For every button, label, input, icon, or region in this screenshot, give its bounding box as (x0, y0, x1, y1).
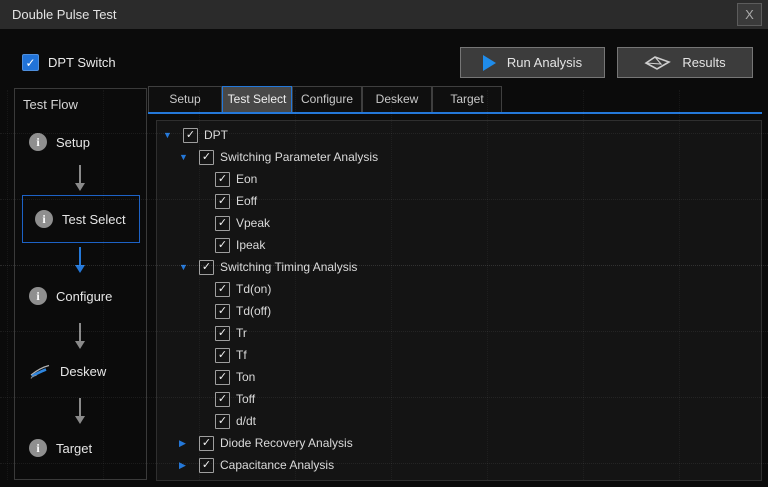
deskew-probe-icon (29, 362, 51, 380)
checkbox-checked-icon[interactable]: ✓ (199, 458, 214, 473)
tree-item-label: Capacitance Analysis (220, 458, 334, 472)
info-icon: i (29, 287, 47, 305)
graticule-line (7, 90, 8, 480)
tree-row-switching-parameter-analysis[interactable]: ▼ ✓ Switching Parameter Analysis (157, 146, 761, 168)
tree-row-eoff[interactable]: ✓ Eoff (157, 190, 761, 212)
tree-row-ipeak[interactable]: ✓ Ipeak (157, 234, 761, 256)
title-bar: Double Pulse Test X (0, 0, 768, 29)
checkbox-checked-icon[interactable]: ✓ (215, 392, 230, 407)
checkbox-checked-icon[interactable]: ✓ (215, 326, 230, 341)
tree-row-td-on[interactable]: ✓ Td(on) (157, 278, 761, 300)
checkbox-checked-icon[interactable]: ✓ (215, 216, 230, 231)
flow-connector-arrow (74, 323, 85, 349)
flow-step-target[interactable]: i Target (29, 439, 92, 457)
tree-item-label: Switching Parameter Analysis (220, 150, 378, 164)
tab-test-select[interactable]: Test Select (222, 86, 292, 112)
results-button[interactable]: Results (617, 47, 753, 78)
tree-item-label: Td(on) (236, 282, 271, 296)
checkbox-checked-icon[interactable]: ✓ (215, 238, 230, 253)
results-icon (644, 54, 671, 72)
tree-row-d-dt[interactable]: ✓ d/dt (157, 410, 761, 432)
tree-item-label: Diode Recovery Analysis (220, 436, 353, 450)
tree-row-dpt[interactable]: ▼ ✓ DPT (157, 124, 761, 146)
collapse-icon[interactable]: ▼ (179, 263, 193, 272)
tree-item-label: Tr (236, 326, 247, 340)
run-analysis-label: Run Analysis (507, 55, 582, 70)
tab-bar: SetupTest SelectConfigureDeskewTarget (148, 86, 762, 114)
checkbox-checked-icon[interactable]: ✓ (215, 348, 230, 363)
test-select-tree: ▼✓DPT▼✓Switching Parameter Analysis✓Eon✓… (156, 120, 762, 481)
checkbox-checked-icon[interactable]: ✓ (215, 194, 230, 209)
info-icon: i (35, 210, 53, 228)
dpt-switch-checkbox[interactable]: ✓ DPT Switch (22, 54, 116, 71)
tree-item-label: Toff (236, 392, 255, 406)
tree-row-ton[interactable]: ✓ Ton (157, 366, 761, 388)
tree-item-label: Td(off) (236, 304, 271, 318)
checkbox-checked-icon[interactable]: ✓ (199, 150, 214, 165)
checkbox-checked-icon[interactable]: ✓ (215, 282, 230, 297)
flow-step-label: Configure (56, 289, 112, 304)
flow-step-deskew[interactable]: Deskew (29, 362, 106, 380)
checkbox-checked-icon[interactable]: ✓ (215, 370, 230, 385)
tree-item-label: d/dt (236, 414, 256, 428)
flow-step-test-select[interactable]: i Test Select (22, 195, 140, 243)
double-pulse-test-dialog: Double Pulse Test X ✓ DPT Switch Run Ana… (0, 0, 768, 487)
tree-item-label: Eon (236, 172, 257, 186)
tree-row-switching-timing-analysis[interactable]: ▼ ✓ Switching Timing Analysis (157, 256, 761, 278)
tab-setup[interactable]: Setup (148, 86, 222, 112)
flow-step-setup[interactable]: i Setup (29, 133, 90, 151)
tree-item-label: Tf (236, 348, 247, 362)
checkbox-checked-icon[interactable]: ✓ (215, 304, 230, 319)
checkbox-checked-icon[interactable]: ✓ (183, 128, 198, 143)
flow-step-label: Test Select (62, 212, 126, 227)
tree-row-tr[interactable]: ✓ Tr (157, 322, 761, 344)
tree-row-td-off[interactable]: ✓ Td(off) (157, 300, 761, 322)
checkbox-checked-icon[interactable]: ✓ (215, 172, 230, 187)
tree-row-capacitance-analysis[interactable]: ▶ ✓ Capacitance Analysis (157, 454, 761, 476)
tree-item-label: Ipeak (236, 238, 265, 252)
expand-icon[interactable]: ▶ (179, 461, 193, 470)
flow-step-label: Setup (56, 135, 90, 150)
flow-connector-arrow (74, 398, 85, 424)
tree-item-label: Switching Timing Analysis (220, 260, 357, 274)
results-label: Results (682, 55, 725, 70)
collapse-icon[interactable]: ▼ (163, 131, 177, 140)
expand-icon[interactable]: ▶ (179, 439, 193, 448)
run-analysis-button[interactable]: Run Analysis (460, 47, 605, 78)
info-icon: i (29, 133, 47, 151)
tree-item-label: DPT (204, 128, 228, 142)
flow-step-label: Deskew (60, 364, 106, 379)
dpt-switch-label: DPT Switch (48, 55, 116, 70)
tab-target[interactable]: Target (432, 86, 502, 112)
tree-row-toff[interactable]: ✓ Toff (157, 388, 761, 410)
test-flow-panel: Test Flow iSetupiTest SelectiConfigureDe… (14, 88, 147, 480)
tree-row-eon[interactable]: ✓ Eon (157, 168, 761, 190)
window-title: Double Pulse Test (12, 7, 117, 22)
tree-item-label: Ton (236, 370, 255, 384)
tab-deskew[interactable]: Deskew (362, 86, 432, 112)
tree-row-diode-recovery-analysis[interactable]: ▶ ✓ Diode Recovery Analysis (157, 432, 761, 454)
close-button[interactable]: X (737, 3, 762, 26)
info-icon: i (29, 439, 47, 457)
collapse-icon[interactable]: ▼ (179, 153, 193, 162)
play-icon (483, 55, 496, 71)
tree-row-tf[interactable]: ✓ Tf (157, 344, 761, 366)
tree-row-vpeak[interactable]: ✓ Vpeak (157, 212, 761, 234)
flow-connector-arrow (74, 165, 85, 191)
checkbox-checked-icon[interactable]: ✓ (22, 54, 39, 71)
checkbox-checked-icon[interactable]: ✓ (199, 436, 214, 451)
test-flow-title: Test Flow (23, 97, 78, 112)
flow-step-label: Target (56, 441, 92, 456)
checkbox-checked-icon[interactable]: ✓ (215, 414, 230, 429)
tree-item-label: Vpeak (236, 216, 270, 230)
tree-item-label: Eoff (236, 194, 257, 208)
tab-configure[interactable]: Configure (292, 86, 362, 112)
flow-step-configure[interactable]: i Configure (29, 287, 112, 305)
checkbox-checked-icon[interactable]: ✓ (199, 260, 214, 275)
flow-connector-arrow (74, 247, 85, 273)
